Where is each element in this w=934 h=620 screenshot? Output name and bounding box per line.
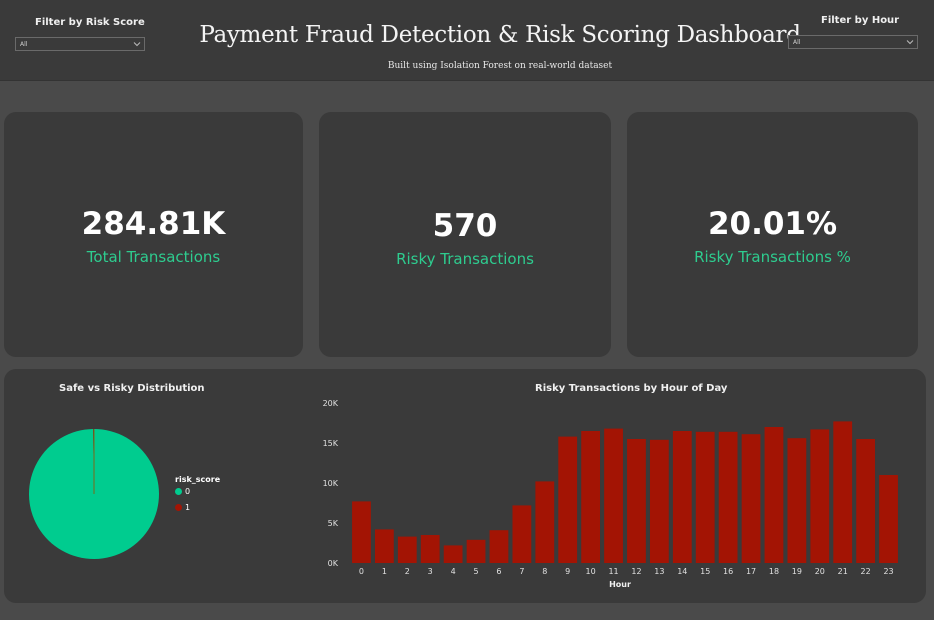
- filter-hour-label: Filter by Hour: [821, 15, 900, 26]
- legend-dot-safe: [175, 488, 182, 495]
- hour-dropdown-value: All: [793, 39, 801, 46]
- legend-label: 1: [185, 503, 191, 512]
- kpi-value: 20.01%: [707, 206, 838, 242]
- bar-chart: 0K5K10K15K20K0 1 2 3 4 5 6 7 8 9 10 11 12 13 14 15 16 17 1…: [323, 399, 898, 589]
- y-tick-label: 15K: [323, 439, 339, 448]
- legend-dot-risky: [175, 504, 182, 511]
- bar-hour-14[interactable]: [672, 431, 692, 563]
- x-tick-label: 1: [382, 567, 387, 576]
- kpi-value: 570: [432, 208, 498, 244]
- x-axis-label: Hour: [609, 580, 631, 589]
- bar-hour-18[interactable]: [764, 427, 784, 563]
- header-bar: Filter by Risk Score All Payment Fraud D…: [0, 0, 934, 81]
- page-subtitle: Built using Isolation Forest on real-wor…: [387, 61, 613, 71]
- bar-hour-11[interactable]: [604, 428, 623, 563]
- kpi-card-risky-percent: 20.01% Risky Transactions %: [627, 112, 918, 357]
- x-tick-label: 3: [428, 567, 433, 576]
- bar-hour-21[interactable]: [833, 421, 853, 563]
- pie-chart: [28, 429, 159, 559]
- y-tick-label: 5K: [328, 519, 339, 528]
- y-tick-label: 10K: [323, 479, 339, 488]
- x-tick-label: 5: [473, 567, 478, 576]
- hour-dropdown[interactable]: All: [788, 35, 918, 49]
- kpi-label: Total Transactions: [86, 248, 221, 266]
- bar-hour-22[interactable]: [856, 439, 876, 563]
- bar-hour-5[interactable]: [466, 539, 486, 563]
- bar-hour-23[interactable]: [879, 475, 898, 563]
- x-tick-label: 23: [883, 567, 893, 576]
- x-tick-label: 22: [861, 567, 871, 576]
- x-tick-label: 9: [565, 567, 570, 576]
- pie-chart-title: Safe vs Risky Distribution: [59, 383, 205, 394]
- y-tick-label: 0K: [328, 559, 339, 568]
- legend-title: risk_score: [175, 475, 221, 484]
- charts-panel: Safe vs Risky Distribution risk_score 0 …: [4, 369, 926, 603]
- x-tick-label: 11: [608, 567, 618, 576]
- x-tick-label: 12: [631, 567, 641, 576]
- x-tick-label: 2: [405, 567, 410, 576]
- bar-hour-16[interactable]: [718, 431, 738, 563]
- kpi-card-risky: 570 Risky Transactions: [319, 112, 611, 357]
- bar-hour-15[interactable]: [695, 431, 715, 563]
- x-tick-label: 8: [542, 567, 547, 576]
- bar-hour-2[interactable]: [397, 536, 417, 563]
- kpi-label: Risky Transactions: [396, 250, 534, 268]
- x-tick-label: 18: [769, 567, 779, 576]
- page-title: Payment Fraud Detection & Risk Scoring D…: [199, 22, 801, 48]
- x-tick-label: 21: [838, 567, 848, 576]
- legend-label: 0: [185, 487, 191, 496]
- bar-hour-7[interactable]: [512, 505, 532, 563]
- filter-risk-label: Filter by Risk Score: [35, 17, 145, 28]
- bar-hour-19[interactable]: [787, 438, 807, 563]
- bar-hour-10[interactable]: [581, 431, 601, 563]
- x-tick-label: 16: [723, 567, 733, 576]
- y-tick-label: 20K: [323, 399, 339, 408]
- bar-hour-12[interactable]: [627, 439, 646, 563]
- x-tick-label: 17: [746, 567, 756, 576]
- bar-hour-3[interactable]: [420, 535, 440, 563]
- chevron-down-icon: [133, 42, 141, 47]
- risk-score-dropdown-value: All: [20, 41, 28, 48]
- kpi-card-total: 284.81K Total Transactions: [4, 112, 303, 357]
- bar-hour-9[interactable]: [558, 436, 578, 563]
- bar-hour-8[interactable]: [535, 481, 555, 563]
- kpi-label: Risky Transactions %: [694, 248, 851, 266]
- x-tick-label: 7: [519, 567, 524, 576]
- x-tick-label: 4: [451, 567, 456, 576]
- bar-hour-20[interactable]: [810, 429, 830, 563]
- x-tick-label: 10: [586, 567, 596, 576]
- x-tick-label: 14: [677, 567, 687, 576]
- x-tick-label: 0: [359, 567, 364, 576]
- x-tick-label: 15: [700, 567, 710, 576]
- bar-hour-4[interactable]: [443, 545, 463, 563]
- x-tick-label: 6: [496, 567, 501, 576]
- bar-hour-17[interactable]: [741, 434, 761, 563]
- x-tick-label: 13: [654, 567, 664, 576]
- bar-hour-13[interactable]: [649, 439, 669, 563]
- legend-item-safe[interactable]: 0: [175, 487, 190, 496]
- chevron-down-icon: [906, 40, 914, 45]
- kpi-value: 284.81K: [81, 206, 226, 242]
- risk-score-dropdown[interactable]: All: [15, 37, 145, 51]
- bar-hour-0[interactable]: [352, 501, 371, 563]
- legend-item-risky[interactable]: 1: [175, 503, 190, 512]
- bar-hour-6[interactable]: [489, 530, 509, 563]
- x-tick-label: 20: [815, 567, 825, 576]
- x-tick-label: 19: [792, 567, 802, 576]
- bar-hour-1[interactable]: [374, 529, 394, 563]
